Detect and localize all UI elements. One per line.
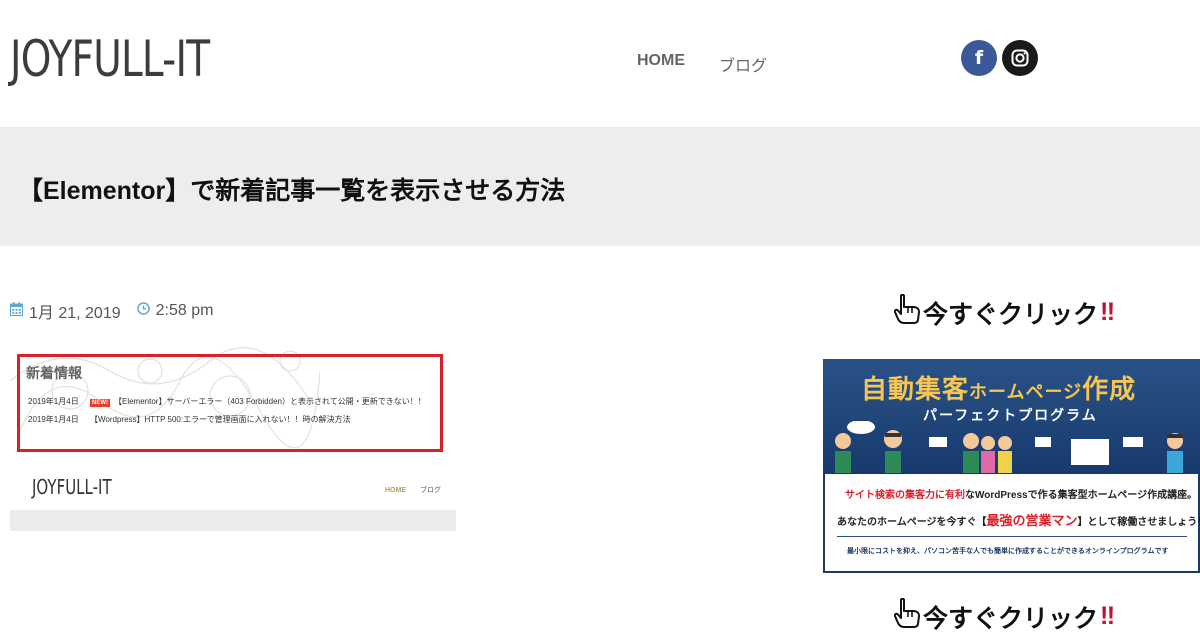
banner-line1-rest: なWordPressで作る集客型ホームページ作成講座。 [965, 490, 1198, 501]
banner-illustration: $ [835, 421, 1183, 473]
featured-row-date: 2019年1月4日 [28, 415, 79, 424]
nav-home-link[interactable]: HOME [637, 52, 685, 76]
banner-line2-a: あなたのホームページを今すぐ【 [837, 517, 987, 528]
nav-blog-link[interactable]: ブログ [719, 52, 767, 76]
featured-row-text: 【Elementor】サーバーエラー（403 Forbidden）と表示されて公… [114, 397, 426, 406]
banner-line3: 最小限にコストを抑え、パソコン苦手な人でも簡単に作成することができるオンラインプ… [847, 548, 1169, 555]
banner-divider [837, 536, 1187, 537]
featured-mini-nav-blog: ブログ [420, 487, 441, 494]
post-time: 2:58 pm [155, 302, 214, 319]
banner-title-main: 自動集客 [861, 374, 970, 404]
banner-line2: あなたのホームページを今すぐ【最強の営業マン】として稼働させましょう！ [837, 510, 1200, 529]
site-header: JOYFULL-IT HOME ブログ f [0, 0, 1200, 127]
main-nav: HOME ブログ [637, 52, 767, 76]
banner-title-end: 作成 [1082, 374, 1137, 404]
banner-line1-red: サイト検索の集客力に有利 [845, 490, 965, 501]
sidebar-heading-text: 今すぐクリック [923, 300, 1099, 329]
page-title: 【Elementor】で新着記事一覧を表示させる方法 [18, 177, 566, 205]
clock-icon [136, 302, 150, 320]
page-title-band: 【Elementor】で新着記事一覧を表示させる方法 [0, 127, 1200, 246]
sidebar-heading-2: 今すぐクリック ‼ [893, 597, 1115, 635]
sidebar-heading-text: 今すぐクリック [923, 604, 1099, 633]
sidebar-heading: 今すぐクリック ‼ [893, 293, 1115, 331]
facebook-icon[interactable]: f [961, 40, 997, 76]
featured-row: 2019年1月4日 【Wordpress】HTTP 500:エラーで管理画面に入れ… [28, 414, 351, 425]
post-meta: 1月 21, 2019 2:58 pm [10, 299, 213, 323]
post-date[interactable]: 1月 21, 2019 [29, 299, 121, 323]
featured-mini-logo: JOYFULL-IT [32, 475, 112, 499]
featured-row: 2019年1月4日 NEW! 【Elementor】サーバーエラー（403 Forb… [28, 396, 426, 407]
post-time-wrap: 2:58 pm [136, 302, 214, 320]
featured-row-date: 2019年1月4日 [28, 397, 79, 406]
banner-line2-red: 最強の営業マン [986, 513, 1078, 528]
calendar-icon [10, 301, 23, 321]
featured-section-title: 新着情報 [26, 365, 82, 381]
double-exclamation-icon: ‼ [1100, 298, 1115, 326]
featured-mini-band [10, 510, 456, 531]
banner-title-small: ホームページ [969, 382, 1083, 402]
featured-image[interactable]: 新着情報 2019年1月4日 NEW! 【Elementor】サーバーエラー（403… [10, 341, 456, 531]
featured-mini-nav-home: HOME [385, 487, 406, 494]
pointing-hand-icon [893, 597, 921, 635]
site-logo[interactable]: JOYFULL-IT [10, 30, 210, 88]
new-badge: NEW! [90, 399, 110, 407]
promo-banner[interactable]: 自動集客ホームページ作成 パーフェクトプログラム $ サイト検索の集客力に有利な… [823, 359, 1200, 573]
banner-line2-b: 】として稼働させましょう！ [1077, 517, 1200, 528]
instagram-icon[interactable] [1002, 40, 1038, 76]
banner-line1: サイト検索の集客力に有利なWordPressで作る集客型ホームページ作成講座。 [845, 486, 1197, 501]
banner-bottom: サイト検索の集客力に有利なWordPressで作る集客型ホームページ作成講座。 … [825, 474, 1200, 571]
featured-mini-nav: HOME ブログ [385, 485, 441, 495]
featured-row-text: 【Wordpress】HTTP 500:エラーで管理画面に入れない！！時の解決方… [90, 415, 351, 424]
double-exclamation-icon: ‼ [1100, 602, 1115, 630]
banner-title: 自動集客ホームページ作成 [861, 369, 1136, 406]
social-links: f [961, 40, 1038, 76]
pointing-hand-icon [893, 293, 921, 331]
